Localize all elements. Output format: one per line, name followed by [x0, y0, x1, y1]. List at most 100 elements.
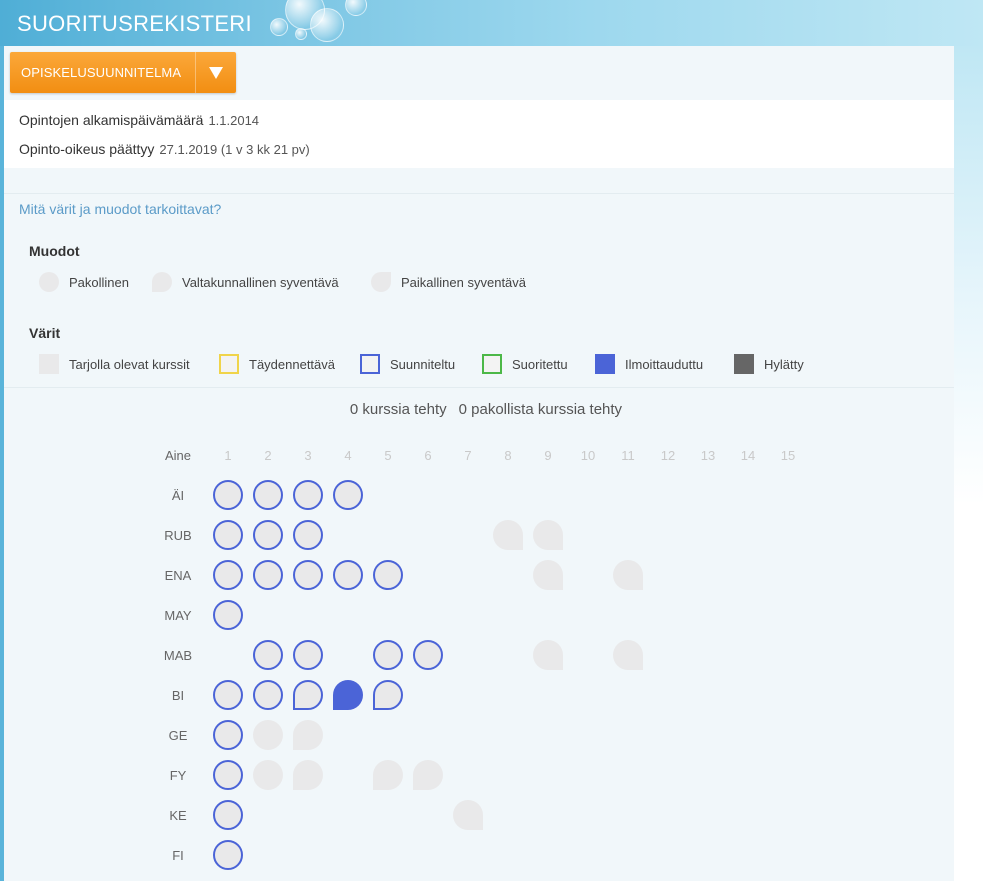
leaf-shape-icon	[152, 272, 172, 292]
course-ke-7[interactable]	[453, 800, 483, 830]
legend-mandatory: Pakollinen	[39, 272, 129, 292]
start-date-value: 1.1.2014	[208, 113, 260, 128]
legend-label: Tarjolla olevat kurssit	[69, 356, 190, 372]
color-swatch	[482, 354, 502, 374]
column-number: 4	[344, 448, 352, 463]
course-ena-3[interactable]	[293, 560, 323, 590]
course-ge-3[interactable]	[293, 720, 323, 750]
column-number: 7	[464, 448, 472, 463]
column-number: 11	[621, 448, 635, 463]
course-äi-4[interactable]	[333, 480, 363, 510]
colors-legend-title: Värit	[29, 325, 61, 341]
column-number: 6	[424, 448, 432, 463]
divider	[4, 387, 954, 388]
course-rub-2[interactable]	[253, 520, 283, 550]
subject-label: RUB	[164, 528, 192, 543]
mandatory-done-count: 0 pakollista kurssia tehty	[458, 401, 623, 418]
course-mab-6[interactable]	[413, 640, 443, 670]
legend-color-item: Suunniteltu	[360, 354, 455, 374]
course-ena-4[interactable]	[333, 560, 363, 590]
column-number: 12	[660, 448, 676, 463]
course-may-1[interactable]	[213, 600, 243, 630]
course-ena-11[interactable]	[613, 560, 643, 590]
end-date-value: 27.1.2019 (1 v 3 kk 21 pv)	[159, 142, 310, 157]
legend-label: Suunniteltu	[390, 356, 456, 372]
course-bi-3[interactable]	[293, 680, 323, 710]
color-swatch	[595, 354, 615, 374]
color-swatch	[360, 354, 380, 374]
course-äi-1[interactable]	[213, 480, 243, 510]
study-plan-button[interactable]: OPISKELUSUUNNITELMA	[10, 52, 236, 93]
bubble-decoration	[310, 8, 344, 42]
course-fy-1[interactable]	[213, 760, 243, 790]
background-fade	[954, 46, 983, 881]
subject-label: FY	[169, 768, 187, 783]
course-fi-1[interactable]	[213, 840, 243, 870]
course-mab-3[interactable]	[293, 640, 323, 670]
legend-color-item: Täydennettävä	[219, 354, 335, 374]
course-bi-5[interactable]	[373, 680, 403, 710]
subject-label: MAB	[163, 648, 193, 663]
course-fy-6[interactable]	[413, 760, 443, 790]
column-number: 3	[304, 448, 312, 463]
column-number: 14	[740, 448, 756, 463]
course-rub-8[interactable]	[493, 520, 523, 550]
top-banner: SUORITUSREKISTERI	[0, 0, 983, 46]
study-plan-button-label: OPISKELUSUUNNITELMA	[21, 65, 182, 80]
course-ge-2[interactable]	[253, 720, 283, 750]
legend-label: Suoritettu	[512, 356, 568, 372]
column-number: 5	[384, 448, 392, 463]
legend-label: Paikallinen syventävä	[401, 274, 527, 290]
course-summary: 0 kurssia tehty 0 pakollista kurssia teht…	[0, 401, 972, 418]
course-ge-1[interactable]	[213, 720, 243, 750]
bubble-decoration	[270, 18, 288, 36]
course-fy-5[interactable]	[373, 760, 403, 790]
legend-color-item: Hylätty	[734, 354, 804, 374]
course-bi-2[interactable]	[253, 680, 283, 710]
legend-color-item: Suoritettu	[482, 354, 568, 374]
course-bi-1[interactable]	[213, 680, 243, 710]
column-number: 15	[780, 448, 796, 463]
subject-label: GE	[168, 728, 188, 743]
color-swatch	[39, 354, 59, 374]
course-ena-1[interactable]	[213, 560, 243, 590]
subject-label: FI	[172, 848, 184, 863]
course-rub-1[interactable]	[213, 520, 243, 550]
subject-label: KE	[169, 808, 187, 823]
shapes-legend-title: Muodot	[29, 243, 80, 259]
course-fy-3[interactable]	[293, 760, 323, 790]
circle-shape-icon	[39, 272, 59, 292]
courses-done-count: 0 kurssia tehty	[349, 401, 447, 418]
column-number: 9	[544, 448, 552, 463]
course-ena-9[interactable]	[533, 560, 563, 590]
course-äi-2[interactable]	[253, 480, 283, 510]
column-number: 2	[264, 448, 272, 463]
course-rub-9[interactable]	[533, 520, 563, 550]
course-mab-11[interactable]	[613, 640, 643, 670]
bubble-decoration	[345, 0, 367, 16]
legend-label: Täydennettävä	[249, 356, 336, 372]
legend-national-advanced: Valtakunnallinen syventävä	[152, 272, 339, 292]
course-äi-3[interactable]	[293, 480, 323, 510]
subject-label: ENA	[164, 568, 192, 583]
column-number: 13	[700, 448, 716, 463]
legend-help-link[interactable]: Mitä värit ja muodot tarkoittavat?	[19, 201, 221, 217]
course-ena-2[interactable]	[253, 560, 283, 590]
caret-down-icon[interactable]	[196, 66, 236, 79]
main-panel	[4, 46, 954, 881]
course-fy-2[interactable]	[253, 760, 283, 790]
legend-label: Hylätty	[764, 356, 804, 372]
start-date-row: Opintojen alkamispäivämäärä 1.1.2014	[19, 112, 259, 128]
course-mab-5[interactable]	[373, 640, 403, 670]
legend-color-item: Ilmoittauduttu	[595, 354, 703, 374]
leaf-shape-icon	[371, 272, 391, 292]
course-ke-1[interactable]	[213, 800, 243, 830]
course-mab-9[interactable]	[533, 640, 563, 670]
legend-label: Ilmoittauduttu	[625, 356, 704, 372]
column-number: 8	[504, 448, 512, 463]
course-ena-5[interactable]	[373, 560, 403, 590]
course-bi-4[interactable]	[333, 680, 363, 710]
course-rub-3[interactable]	[293, 520, 323, 550]
legend-label: Pakollinen	[69, 274, 129, 290]
course-mab-2[interactable]	[253, 640, 283, 670]
